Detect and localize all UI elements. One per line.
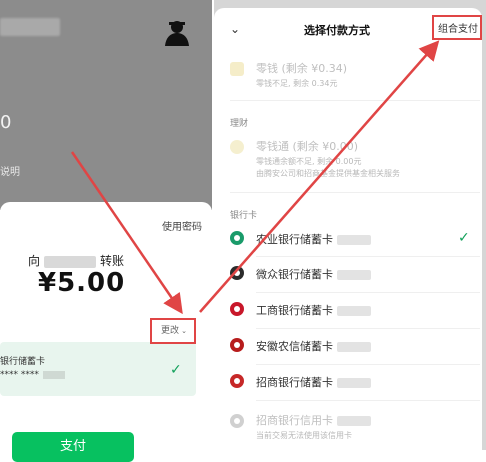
annotation-arrows (70, 40, 440, 315)
arrow-to-change (70, 151, 183, 315)
arrow-to-combo (199, 40, 440, 313)
